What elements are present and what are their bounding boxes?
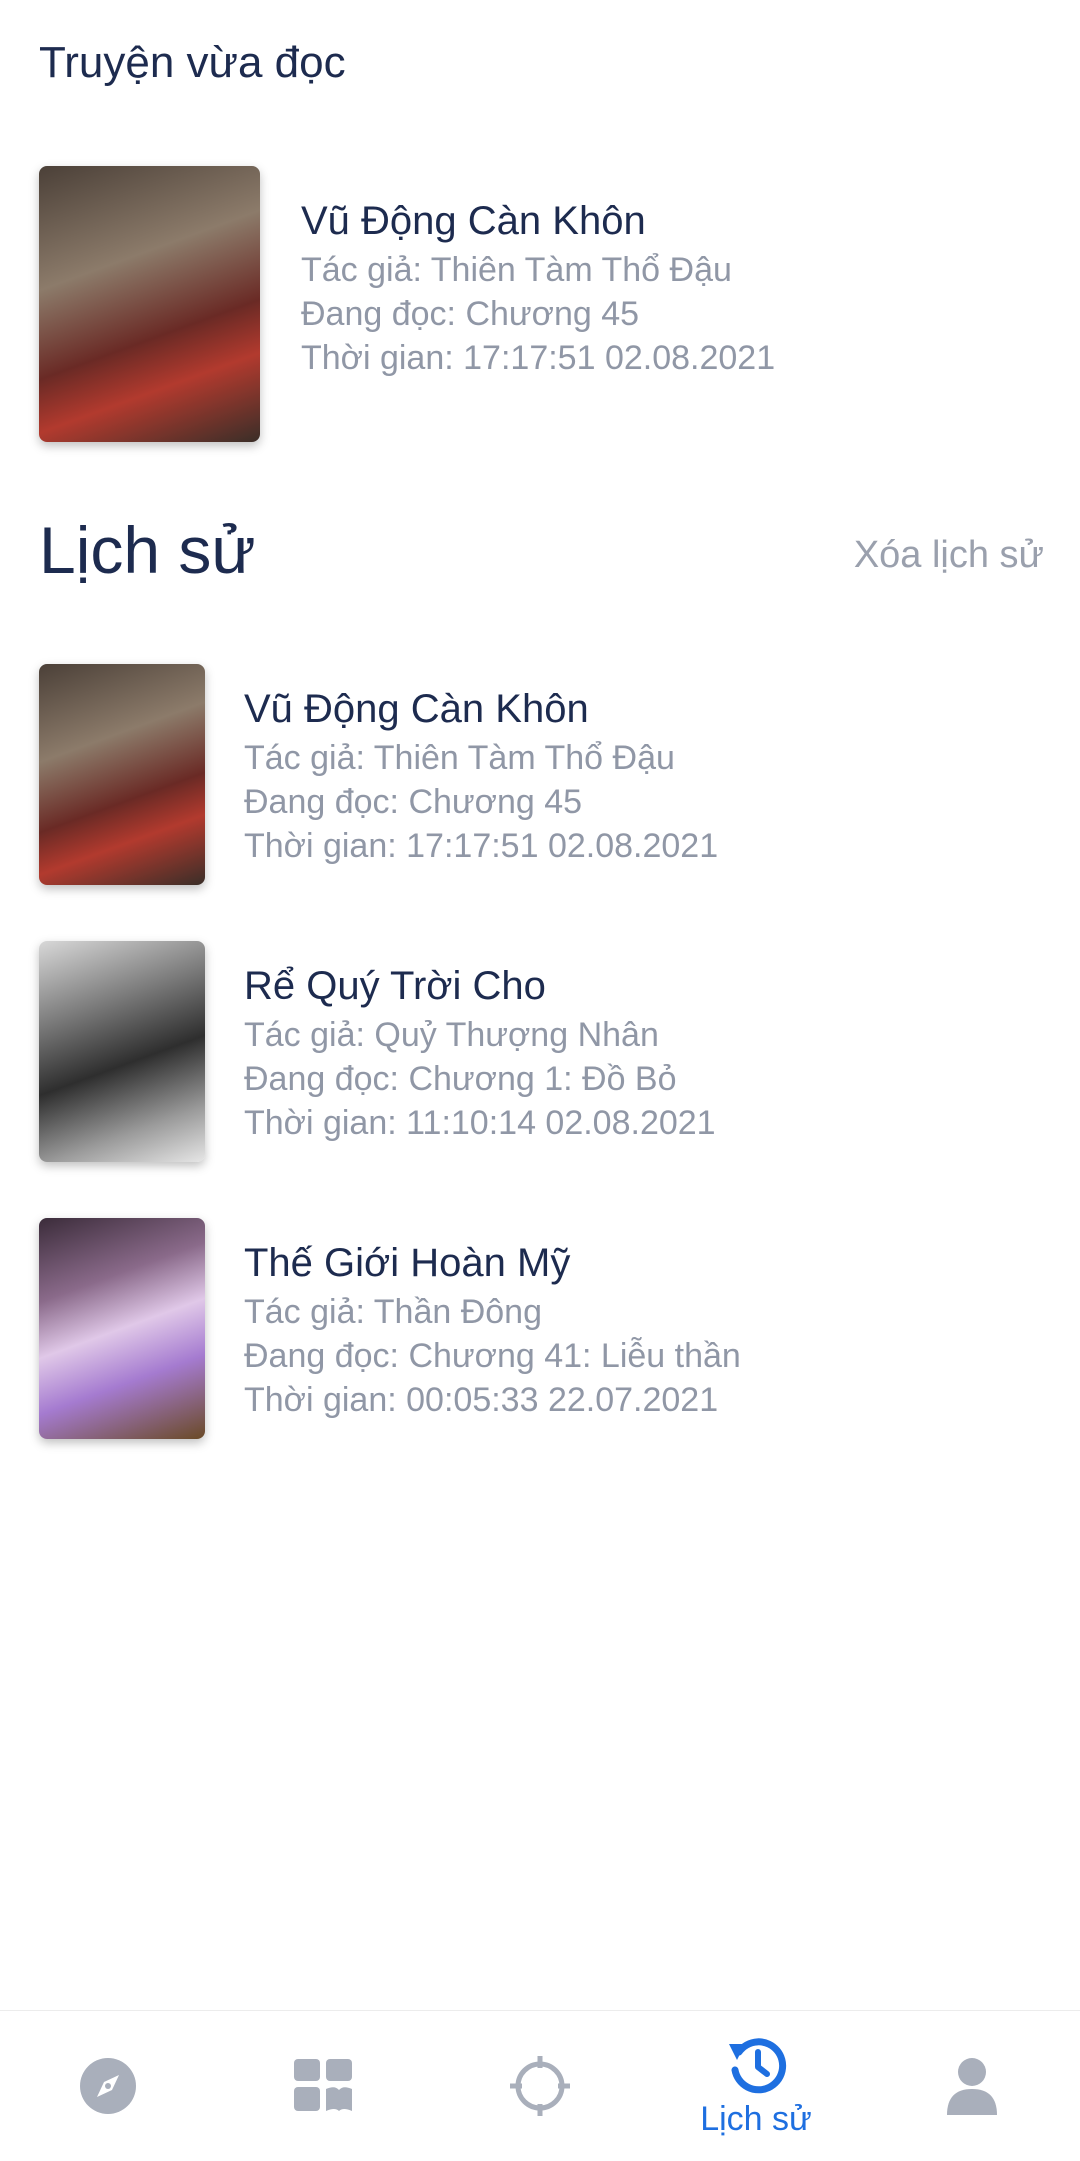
tab-history-label: Lịch sử [700, 2099, 812, 2138]
history-item-reading: Đang đọc: Chương 1: Đồ Bỏ [244, 1060, 677, 1098]
tab-history[interactable]: Lịch sử [648, 2011, 864, 2161]
history-header: Lịch sử Xóa lịch sử [39, 512, 1044, 602]
user-icon [947, 2058, 997, 2115]
history-item-time: Thời gian: 17:17:51 02.08.2021 [244, 827, 719, 865]
history-item-cover [39, 941, 205, 1162]
history-item-title: Rể Quý Trời Cho [244, 964, 546, 1008]
history-item-title: Vũ Động Càn Khôn [244, 687, 589, 731]
recent-story-reading: Đang đọc: Chương 45 [301, 295, 640, 333]
recent-story-author: Tác giả: Thiên Tàm Thổ Đậu [301, 251, 732, 289]
history-item-author: Tác giả: Quỷ Thượng Nhân [244, 1016, 659, 1054]
recent-story-time: Thời gian: 17:17:51 02.08.2021 [301, 339, 776, 377]
tab-explore[interactable] [432, 2011, 648, 2161]
tab-profile[interactable] [864, 2011, 1080, 2161]
history-list: Vũ Động Càn Khôn Tác giả: Thiên Tàm Thổ … [39, 664, 1044, 1495]
history-item-reading: Đang đọc: Chương 41: Liễu thần [244, 1337, 741, 1375]
history-heading: Lịch sử [39, 513, 256, 587]
recent-story-cover [39, 166, 260, 442]
history-item-time: Thời gian: 00:05:33 22.07.2021 [244, 1381, 719, 1419]
history-item-cover [39, 664, 205, 885]
tab-library[interactable] [216, 2011, 432, 2161]
recent-heading: Truyện vừa đọc [39, 38, 346, 87]
tab-discover[interactable] [0, 2011, 216, 2161]
library-icon [294, 2059, 352, 2111]
history-item-cover [39, 1218, 205, 1439]
history-item-time: Thời gian: 11:10:14 02.08.2021 [244, 1104, 716, 1142]
compass-icon [80, 2058, 136, 2114]
history-item-author: Tác giả: Thiên Tàm Thổ Đậu [244, 739, 675, 777]
history-item-title: Thế Giới Hoàn Mỹ [244, 1241, 571, 1285]
history-item[interactable]: Thế Giới Hoàn Mỹ Tác giả: Thần Đông Đang… [39, 1218, 1044, 1495]
history-icon [729, 2037, 787, 2093]
bottom-tab-bar: Lịch sử [0, 2010, 1080, 2161]
history-item-author: Tác giả: Thần Đông [244, 1293, 542, 1331]
clear-history-button[interactable]: Xóa lịch sử [854, 534, 1044, 577]
recent-story-title: Vũ Động Càn Khôn [301, 199, 646, 243]
history-item[interactable]: Vũ Động Càn Khôn Tác giả: Thiên Tàm Thổ … [39, 664, 1044, 941]
history-item-reading: Đang đọc: Chương 45 [244, 783, 583, 821]
history-item[interactable]: Rể Quý Trời Cho Tác giả: Quỷ Thượng Nhân… [39, 941, 1044, 1218]
recent-story-card[interactable]: Vũ Động Càn Khôn Tác giả: Thiên Tàm Thổ … [39, 166, 775, 442]
crosshair-icon [510, 2056, 570, 2116]
